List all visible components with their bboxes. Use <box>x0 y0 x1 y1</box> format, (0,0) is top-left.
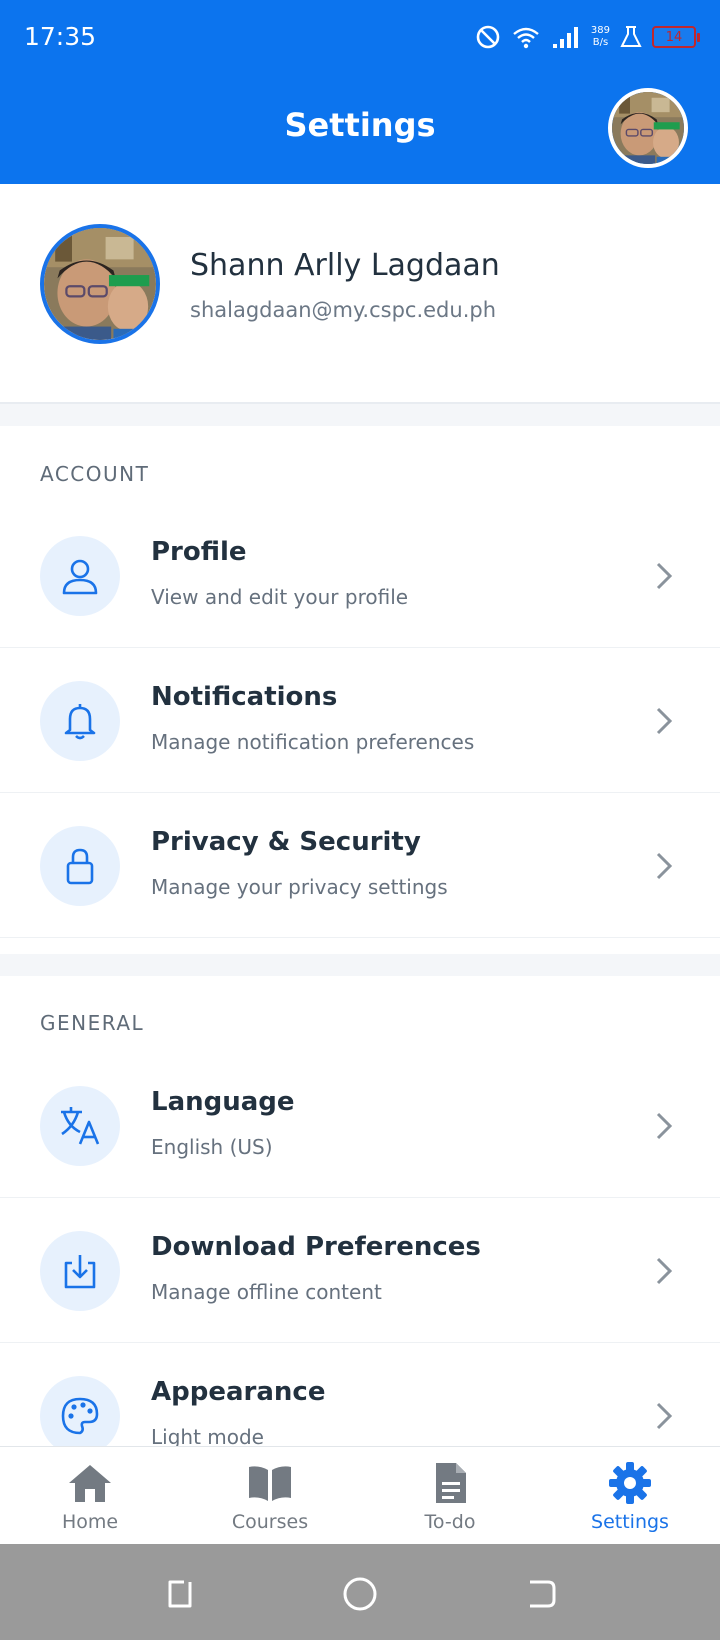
book-icon <box>246 1461 294 1505</box>
section-title-general: GENERAL <box>40 1011 145 1035</box>
nav-item-todo[interactable]: To-do <box>360 1447 540 1544</box>
section-title-account: ACCOUNT <box>40 462 150 486</box>
row-title: Notifications <box>151 682 338 712</box>
section-divider <box>0 954 720 976</box>
row-title: Download Preferences <box>151 1232 481 1262</box>
lock-icon <box>40 826 120 906</box>
row-subtitle: View and edit your profile <box>151 585 409 609</box>
chevron-right-icon <box>656 562 673 590</box>
network-speed: 389 B/s <box>591 25 610 49</box>
row-title: Language <box>151 1087 295 1117</box>
wifi-icon <box>511 24 541 50</box>
network-speed-unit: B/s <box>592 37 609 48</box>
nav-label: Settings <box>591 1511 669 1533</box>
nav-label: Home <box>61 1511 119 1533</box>
nav-item-courses[interactable]: Courses <box>180 1447 360 1544</box>
nav-item-home[interactable]: Home <box>0 1447 180 1544</box>
nav-item-settings[interactable]: Settings <box>540 1447 720 1544</box>
status-bar: 17:35 389 B/s 14 <box>0 0 720 74</box>
translate-icon <box>40 1086 120 1166</box>
battery-level: 14 <box>665 29 683 45</box>
section-divider <box>0 404 720 426</box>
status-icons: 389 B/s 14 <box>475 20 700 54</box>
bottom-navigation: Home Courses To-do Settings <box>0 1446 720 1544</box>
download-icon <box>40 1231 120 1311</box>
home-button-icon[interactable] <box>340 1574 380 1614</box>
header-avatar[interactable] <box>608 88 688 168</box>
battery-indicator: 14 <box>652 26 700 48</box>
row-title: Privacy & Security <box>151 827 421 857</box>
status-time: 17:35 <box>24 22 97 51</box>
settings-row-language[interactable]: Language English (US) <box>0 1053 720 1198</box>
avatar-photo <box>44 228 156 340</box>
chevron-right-icon <box>656 852 673 880</box>
user-icon <box>40 536 120 616</box>
home-icon <box>66 1461 114 1505</box>
profile-email: shalagdaan@my.cspc.edu.ph <box>190 298 497 322</box>
back-icon[interactable] <box>520 1574 560 1614</box>
settings-row-download[interactable]: Download Preferences Manage offline cont… <box>0 1198 720 1343</box>
chevron-right-icon <box>656 1112 673 1140</box>
bell-icon <box>40 681 120 761</box>
signal-icon <box>551 24 581 50</box>
network-speed-value: 389 <box>590 25 610 36</box>
do-not-disturb-icon <box>475 24 501 50</box>
row-subtitle: Manage your privacy settings <box>151 875 448 899</box>
flask-icon <box>620 25 642 49</box>
system-navigation-bar <box>0 1544 720 1640</box>
chevron-right-icon <box>656 1257 673 1285</box>
row-title: Appearance <box>151 1377 326 1407</box>
document-icon <box>426 1461 474 1505</box>
profile-name: Shann Arlly Lagdaan <box>190 248 500 283</box>
chevron-right-icon <box>656 1402 673 1430</box>
row-subtitle: English (US) <box>151 1135 273 1159</box>
row-subtitle: Manage offline content <box>151 1280 382 1304</box>
profile-avatar[interactable] <box>40 224 160 344</box>
app-header: 17:35 389 B/s 14 Settings <box>0 0 720 184</box>
chevron-right-icon <box>656 707 673 735</box>
palette-icon <box>40 1376 120 1456</box>
recent-apps-icon[interactable] <box>160 1574 200 1614</box>
row-title: Profile <box>151 537 247 567</box>
row-subtitle: Manage notification preferences <box>151 730 475 754</box>
gear-icon <box>606 1461 654 1505</box>
settings-row-profile[interactable]: Profile View and edit your profile <box>0 503 720 648</box>
profile-card[interactable]: Shann Arlly Lagdaan shalagdaan@my.cspc.e… <box>0 184 720 404</box>
nav-label: Courses <box>231 1511 309 1533</box>
settings-row-notifications[interactable]: Notifications Manage notification prefer… <box>0 648 720 793</box>
avatar-photo <box>612 92 684 164</box>
settings-row-privacy[interactable]: Privacy & Security Manage your privacy s… <box>0 793 720 938</box>
nav-label: To-do <box>424 1511 476 1533</box>
